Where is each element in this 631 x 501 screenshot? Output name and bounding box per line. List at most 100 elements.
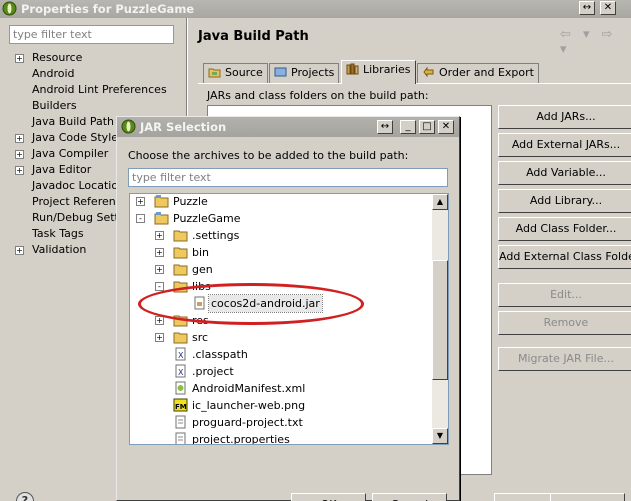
- tree-item-label: src: [192, 331, 209, 344]
- text-file-icon: [175, 415, 186, 429]
- folder-icon: [173, 281, 188, 293]
- ok-button[interactable]: OK: [291, 493, 366, 501]
- expand-icon[interactable]: +: [155, 248, 164, 257]
- tab-source[interactable]: Source: [203, 63, 268, 83]
- preferences-filter-input[interactable]: [9, 25, 174, 44]
- preferences-item-java-build-path[interactable]: Java Build Path: [15, 114, 115, 130]
- add-variable-button[interactable]: Add Variable...: [498, 161, 631, 185]
- tab-libraries[interactable]: Libraries: [341, 60, 416, 84]
- tree-item-puzzle[interactable]: + Puzzle: [130, 194, 430, 210]
- projects-icon: [274, 67, 287, 77]
- tree-item-gen[interactable]: + gen: [130, 261, 430, 278]
- preferences-item-label: Android: [32, 67, 75, 80]
- xml-file-icon: X: [175, 347, 186, 361]
- dialog-maximize-button[interactable]: □: [419, 120, 435, 134]
- tree-item-label: proguard-project.txt: [192, 416, 303, 429]
- tree-item-puzzlegame[interactable]: - PuzzleGame: [130, 210, 430, 227]
- dialog-title-bar[interactable]: JAR Selection ↔ _ □ ✕: [117, 117, 459, 137]
- tree-item-libs[interactable]: - libs: [130, 278, 430, 295]
- svg-text:X: X: [178, 368, 184, 377]
- migrate-jar-file-button[interactable]: Migrate JAR File...: [498, 347, 631, 371]
- dialog-close-button[interactable]: ✕: [438, 120, 454, 134]
- expand-icon[interactable]: +: [15, 165, 24, 175]
- tree-item-label: ic_launcher-web.png: [192, 399, 306, 412]
- collapse-icon[interactable]: -: [136, 214, 145, 223]
- preferences-item-javadoc-location[interactable]: Javadoc Location: [15, 178, 125, 194]
- tree-item-src[interactable]: + src: [130, 329, 430, 346]
- dialog-minimize-button[interactable]: _: [400, 120, 416, 134]
- scroll-thumb[interactable]: [432, 260, 448, 380]
- tab-order-and-export[interactable]: Order and Export: [417, 63, 539, 83]
- jars-list-label: JARs and class folders on the build path…: [207, 89, 429, 102]
- tree-item-androidmanifest-xml[interactable]: AndroidManifest.xml: [130, 380, 430, 397]
- tree-item-label: bin: [192, 246, 210, 259]
- restore-button[interactable]: ↔: [579, 1, 595, 15]
- expand-icon[interactable]: +: [155, 333, 164, 342]
- tree-item-res[interactable]: + res: [130, 312, 430, 329]
- expand-icon[interactable]: +: [155, 265, 164, 274]
- tree-item-project[interactable]: X .project: [130, 363, 430, 380]
- preferences-item-builders[interactable]: Builders: [15, 98, 77, 114]
- add-external-class-folder-button[interactable]: Add External Class Folder...: [498, 245, 631, 269]
- tree-item-classpath[interactable]: X .classpath: [130, 346, 430, 363]
- dialog-title: JAR Selection: [140, 120, 227, 134]
- expand-icon[interactable]: +: [15, 53, 24, 63]
- window-title-bar[interactable]: Properties for PuzzleGame ↔ ✕: [0, 0, 631, 18]
- dialog-restore-button[interactable]: ↔: [377, 120, 393, 134]
- text-file-icon: [175, 432, 186, 444]
- svg-text:X: X: [178, 351, 184, 360]
- collapse-icon[interactable]: -: [155, 282, 164, 291]
- scroll-up-button[interactable]: ▲: [432, 194, 448, 210]
- tree-item-bin[interactable]: + bin: [130, 244, 430, 261]
- add-jars-button[interactable]: Add JARs...: [498, 105, 631, 129]
- scroll-down-button[interactable]: ▼: [432, 428, 448, 444]
- add-class-folder-button[interactable]: Add Class Folder...: [498, 217, 631, 241]
- expand-icon[interactable]: +: [15, 245, 24, 255]
- tree-item-cocos2d-android-jar[interactable]: cocos2d-android.jar: [130, 294, 430, 313]
- expand-icon[interactable]: +: [155, 316, 164, 325]
- jar-file-icon: [194, 296, 205, 310]
- tree-item-label: Puzzle: [173, 195, 208, 208]
- preferences-item-label: Task Tags: [32, 227, 84, 240]
- preferences-item-java-editor[interactable]: + Java Editor: [15, 162, 91, 178]
- preferences-item-run-debug-settin[interactable]: Run/Debug Settin: [15, 210, 129, 226]
- preferences-item-label: Resource: [32, 51, 83, 64]
- tree-item-ic-launcher-web-png[interactable]: FM ic_launcher-web.png: [130, 397, 430, 414]
- preferences-item-label: Run/Debug Settin: [32, 211, 129, 224]
- tree-item-project-properties[interactable]: project.properties: [130, 431, 430, 445]
- preferences-item-validation[interactable]: + Validation: [15, 242, 86, 258]
- dialog-filter-input[interactable]: [128, 168, 448, 187]
- tree-item-settings[interactable]: + .settings: [130, 227, 430, 244]
- manifest-file-icon: [175, 381, 186, 395]
- preferences-item-android-lint-preferences[interactable]: Android Lint Preferences: [15, 82, 167, 98]
- preferences-item-android[interactable]: Android: [15, 66, 75, 82]
- add-external-jars-button[interactable]: Add External JARs...: [498, 133, 631, 157]
- libraries-icon: [346, 63, 359, 75]
- close-button[interactable]: ✕: [600, 1, 616, 15]
- expand-icon[interactable]: +: [155, 231, 164, 240]
- edit-button[interactable]: Edit...: [498, 283, 631, 307]
- right-cancel-button[interactable]: [550, 493, 625, 501]
- preferences-item-project-reference[interactable]: Project Reference: [15, 194, 129, 210]
- add-library-button[interactable]: Add Library...: [498, 189, 631, 213]
- tab-projects[interactable]: Projects: [269, 63, 340, 83]
- tree-item-label: PuzzleGame: [173, 212, 241, 225]
- expand-icon[interactable]: +: [136, 197, 145, 206]
- remove-button[interactable]: Remove: [498, 311, 631, 335]
- cancel-button[interactable]: Cancel: [372, 493, 447, 501]
- history-nav-arrows[interactable]: ⇦ ▾ ⇨ ▾: [560, 27, 631, 57]
- expand-icon[interactable]: +: [15, 149, 24, 159]
- preferences-item-java-code-style[interactable]: + Java Code Style: [15, 130, 118, 146]
- preferences-item-resource[interactable]: + Resource: [15, 50, 82, 66]
- xml-file-icon: X: [175, 364, 186, 378]
- preferences-item-task-tags[interactable]: Task Tags: [15, 226, 84, 242]
- preferences-item-java-compiler[interactable]: + Java Compiler: [15, 146, 108, 162]
- tree-scrollbar[interactable]: ▲ ▼: [432, 194, 448, 444]
- tree-item-proguard-project-txt[interactable]: proguard-project.txt: [130, 414, 430, 431]
- window-title: Properties for PuzzleGame: [21, 2, 195, 16]
- tree-item-label: project.properties: [192, 433, 290, 445]
- build-path-tabs: Source Projects Libraries Order and Expo…: [198, 60, 631, 84]
- expand-icon[interactable]: +: [15, 133, 24, 143]
- folder-icon: [173, 332, 188, 344]
- archive-tree[interactable]: project.properties proguard-project.txt FM…: [129, 193, 449, 445]
